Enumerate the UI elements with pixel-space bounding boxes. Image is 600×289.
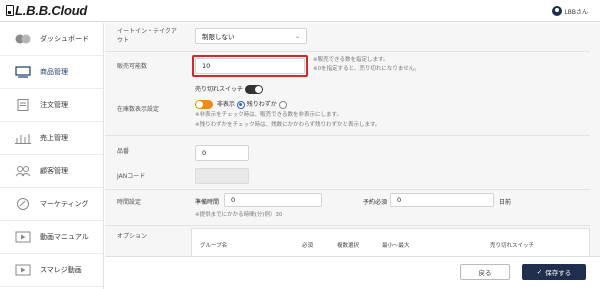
divider bbox=[105, 135, 590, 136]
reserve-days-input[interactable]: 0 bbox=[390, 193, 494, 207]
back-button[interactable]: 戻る bbox=[460, 264, 510, 280]
jan-label: JANコード bbox=[117, 173, 146, 180]
time-note: ※提供までにかかる時間(分)例）30 bbox=[195, 212, 283, 218]
sidebar-item-video-manual[interactable]: 動画マニュアル bbox=[0, 221, 103, 254]
divider bbox=[105, 225, 590, 226]
sidebar-item-label: 動画マニュアル bbox=[40, 233, 89, 241]
sidebar-item-products[interactable]: 商品管理 bbox=[0, 56, 103, 89]
option-col-group: グループ名 bbox=[200, 243, 228, 249]
stock-display-label: 在庫数表示設定 bbox=[117, 106, 160, 113]
reserve-label: 予約必須 bbox=[363, 199, 388, 206]
save-button[interactable]: ✓ 保存する bbox=[522, 264, 586, 280]
form-footer: 戻る ✓ 保存する bbox=[105, 256, 600, 289]
highlight-box bbox=[192, 55, 308, 77]
stock-note-2: ※残りわずかをチェック時は、残数にかかわらず残りわずかと表示します。 bbox=[195, 122, 381, 128]
video-icon bbox=[14, 230, 32, 244]
sidebar-item-customers[interactable]: 顧客管理 bbox=[0, 155, 103, 188]
sellable-note-2: ※0を指定すると、売り切れになりません。 bbox=[313, 66, 420, 72]
product-icon bbox=[14, 65, 32, 79]
option-col-multi: 複数選択 bbox=[337, 243, 360, 249]
stock-display-toggle[interactable] bbox=[195, 100, 213, 109]
sidebar-item-smaregi-video[interactable]: スマレジ動画 bbox=[0, 254, 103, 287]
sidebar-item-sales[interactable]: 売上管理 bbox=[0, 122, 103, 155]
eat-in-label: イートイン・テイクア ウト bbox=[117, 28, 177, 44]
sidebar-item-label: マーケティング bbox=[40, 200, 89, 208]
chevron-down-icon: ⌄ bbox=[294, 33, 300, 40]
option-col-required: 必須 bbox=[302, 243, 314, 249]
check-icon: ✓ bbox=[536, 268, 543, 276]
part-no-input[interactable]: 0 bbox=[195, 145, 249, 161]
sidebar-item-label: 売上管理 bbox=[40, 134, 68, 142]
app-header: L.B.B.Cloud LBBさん bbox=[0, 0, 600, 22]
option-col-range: 最小〜最大 bbox=[382, 243, 410, 249]
video-icon bbox=[14, 263, 32, 277]
jan-code-input[interactable] bbox=[195, 168, 249, 184]
part-no-label: 品番 bbox=[117, 148, 130, 155]
sales-chart-icon bbox=[14, 131, 32, 145]
sidebar-item-label: 商品管理 bbox=[40, 68, 68, 76]
stock-note-1: ※非表示をチェック時は、販売できる数を非表示にします。 bbox=[195, 112, 342, 118]
option-label: オプション bbox=[117, 233, 148, 240]
app-logo[interactable]: L.B.B.Cloud bbox=[6, 3, 87, 18]
soldout-switch-row: 売り切れスイッチ bbox=[195, 84, 263, 94]
days-unit: 日前 bbox=[499, 199, 512, 206]
sidebar: ダッシュボード 商品管理 注文管理 売上管理 顧客管理 マーケティング 動画マニ… bbox=[0, 23, 104, 289]
option-table: グループ名 必須 複数選択 最小〜最大 売り切れスイッチ bbox=[191, 228, 590, 258]
soldout-toggle[interactable] bbox=[244, 85, 263, 94]
customers-icon bbox=[14, 164, 32, 178]
divider bbox=[105, 51, 590, 52]
radio-hide[interactable] bbox=[236, 100, 245, 109]
eat-in-select[interactable]: 制限しない ⌄ bbox=[195, 28, 307, 44]
radio-few[interactable] bbox=[278, 100, 287, 109]
sidebar-item-orders[interactable]: 注文管理 bbox=[0, 89, 103, 122]
prep-time-input[interactable]: 0 bbox=[224, 193, 322, 207]
divider bbox=[105, 189, 590, 190]
sidebar-item-dashboard[interactable]: ダッシュボード bbox=[0, 23, 103, 56]
logo-icon bbox=[6, 5, 14, 16]
sellable-label: 販売可能数 bbox=[117, 63, 148, 70]
sidebar-item-label: ダッシュボード bbox=[40, 35, 89, 43]
sellable-note-1: ※販売できる数を指定します。 bbox=[313, 57, 389, 63]
sidebar-item-marketing[interactable]: マーケティング bbox=[0, 188, 103, 221]
sidebar-item-label: 顧客管理 bbox=[40, 167, 68, 175]
order-icon bbox=[14, 98, 32, 112]
option-col-soldout: 売り切れスイッチ bbox=[490, 243, 535, 249]
user-name: LBBさん bbox=[564, 8, 588, 16]
avatar-icon bbox=[552, 6, 563, 16]
stock-display-options: 非表示 残りわずか bbox=[195, 99, 287, 109]
marketing-icon bbox=[14, 197, 32, 211]
prep-time-label: 準備時間 bbox=[195, 199, 220, 206]
sidebar-item-label: 注文管理 bbox=[40, 101, 68, 109]
dashboard-icon bbox=[14, 32, 32, 46]
sidebar-item-label: スマレジ動画 bbox=[40, 266, 82, 274]
product-edit-form: イートイン・テイクア ウト 制限しない ⌄ 販売可能数 10 ※販売できる数を指… bbox=[105, 23, 600, 289]
user-menu[interactable]: LBBさん bbox=[552, 6, 588, 16]
time-label: 時間設定 bbox=[117, 199, 142, 206]
